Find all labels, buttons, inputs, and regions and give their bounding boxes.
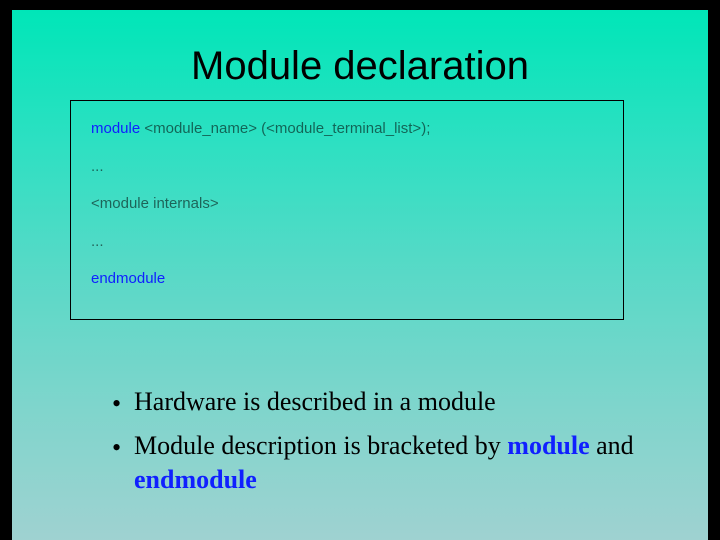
bullet-item-1: • Hardware is described in a module [112,385,648,421]
keyword-endmodule-inline: endmodule [134,465,257,494]
code-line-4: ... [91,232,605,252]
slide-title: Module declaration [12,44,708,89]
keyword-module-inline: module [507,431,589,460]
code-line-1: module <module_name> (<module_terminal_l… [91,119,605,139]
code-text: <module_name> (<module_terminal_list>); [140,120,430,137]
code-line-5: endmodule [91,269,605,289]
code-line-3: <module internals> [91,194,605,214]
bullet-item-2: • Module description is bracketed by mod… [112,429,648,497]
keyword-endmodule: endmodule [91,270,165,287]
bullet-text-mid: and [590,431,634,460]
bullet-text: Hardware is described in a module [134,385,648,419]
bullet-text: Module description is bracketed by modul… [134,429,648,497]
code-line-2: ... [91,157,605,177]
slide-frame: Module declaration module <module_name> … [0,0,720,540]
bullet-dot: • [112,429,134,465]
bullet-list: • Hardware is described in a module • Mo… [112,385,648,504]
code-example-box: module <module_name> (<module_terminal_l… [70,100,624,320]
slide-body: Module declaration module <module_name> … [12,10,708,540]
bullet-dot: • [112,385,134,421]
bullet-text-pre: Module description is bracketed by [134,431,507,460]
keyword-module: module [91,120,140,137]
